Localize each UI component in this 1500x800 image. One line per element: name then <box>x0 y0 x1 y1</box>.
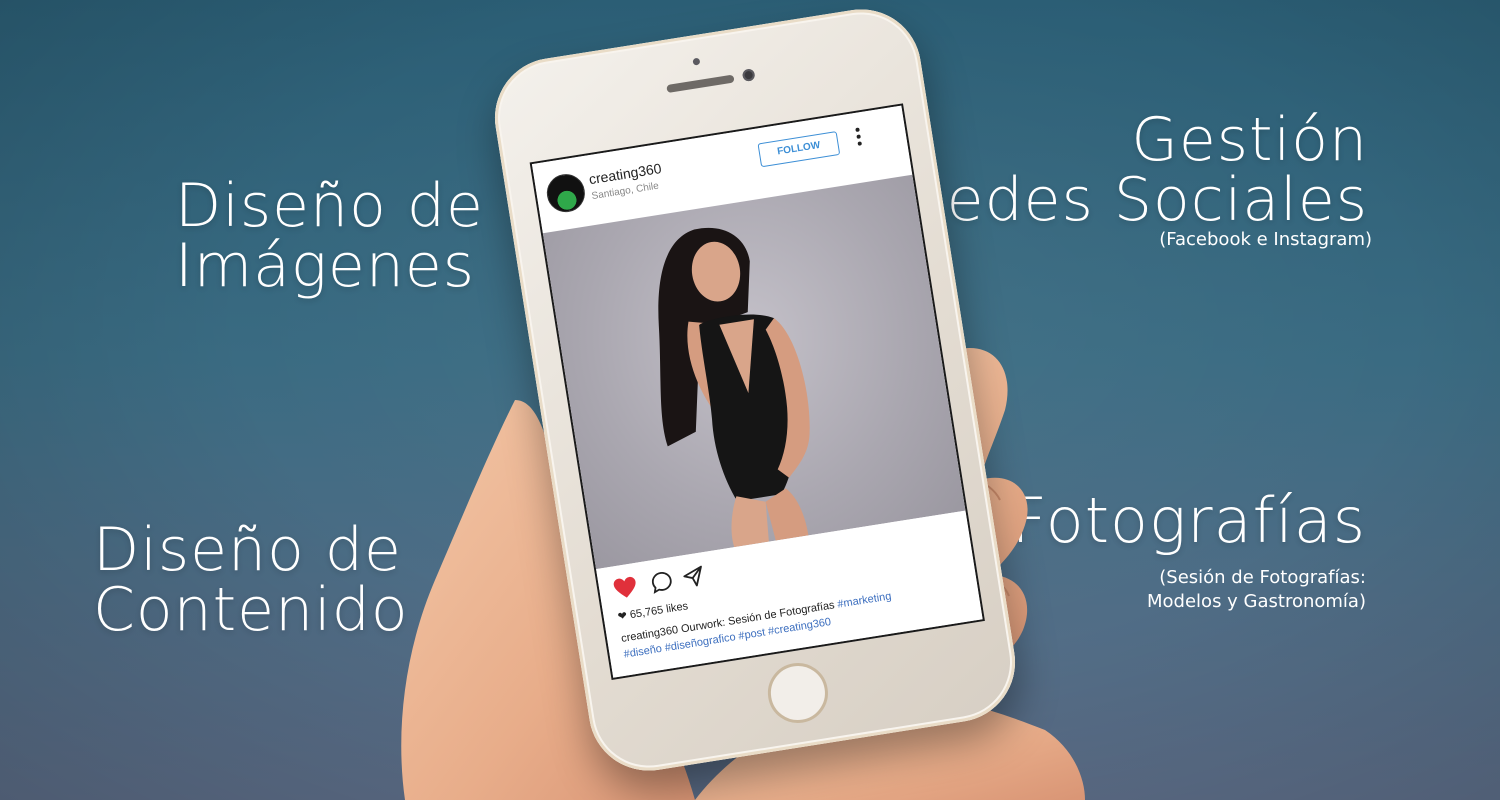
share-icon[interactable] <box>681 564 706 589</box>
more-options-icon[interactable] <box>852 124 866 153</box>
phone-front-camera <box>741 68 756 82</box>
phone-speaker <box>666 74 735 94</box>
instagram-post-screen: creating360 Santiago, Chile FOLLOW ❤ 65,… <box>529 103 985 681</box>
avatar[interactable] <box>544 171 588 215</box>
likes-count[interactable]: ❤ 65,765 likes <box>617 599 689 623</box>
headline-diseno-contenido: Diseño de Contenido <box>93 520 409 640</box>
headline-redes-line1: Gestión <box>1131 105 1368 175</box>
likes-text: 65,765 likes <box>629 600 689 622</box>
follow-button[interactable]: FOLLOW <box>757 131 841 168</box>
phone-sensor <box>692 57 701 66</box>
model-figure <box>658 227 810 548</box>
post-photo[interactable] <box>542 174 966 570</box>
comment-icon[interactable] <box>649 569 674 594</box>
headline-imagenes-line1: Diseño de <box>175 171 484 241</box>
phone-home-button[interactable] <box>763 658 833 728</box>
headline-imagenes-line2: Imágenes <box>175 231 476 301</box>
headline-diseno-imagenes: Diseño de Imágenes <box>175 176 484 296</box>
headline-redes-line2: Redes Sociales <box>906 165 1368 235</box>
headline-fotografias-subtitle: (Sesión de Fotografías: Modelos y Gastro… <box>1147 566 1366 615</box>
heart-icon[interactable] <box>612 575 639 600</box>
headline-fotografias-sub1: (Sesión de Fotografías: <box>1159 567 1366 588</box>
headline-contenido-line2: Contenido <box>93 575 409 645</box>
headline-contenido-line1: Diseño de <box>93 515 402 585</box>
headline-gestion-redes: Gestión Redes Sociales <box>907 110 1368 230</box>
headline-fotografias-sub2: Modelos y Gastronomía) <box>1147 591 1366 613</box>
caption-hashtags-1[interactable]: #marketing <box>837 590 893 610</box>
headline-redes-subtitle: (Facebook e Instagram) <box>1159 229 1372 250</box>
